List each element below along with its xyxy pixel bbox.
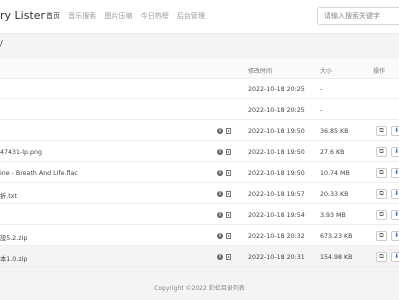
copy-icon: ⧉ [379,169,384,176]
nav-admin[interactable]: 后台管理 [177,12,205,20]
file-size: - [320,107,323,114]
file-modified-time: 2022-10-18 20:32 [248,233,305,240]
file-table: 修改时间 大小 操作 2022-10-18 20:25-2022-10-18 2… [0,59,399,267]
download-icon: ⬇ [393,232,399,239]
nav-hot-list[interactable]: 今日热榜 [141,12,169,20]
copy-link-button[interactable]: ⧉ [376,252,387,262]
file-name[interactable]: 47431-lp.png [0,149,42,156]
file-modified-time: 2022-10-18 19:54 [248,212,305,219]
column-header-size: 大小 [320,68,333,75]
qrcode-icon[interactable] [226,212,231,218]
download-button[interactable]: ⬇ [391,189,399,199]
file-modified-time: 2022-10-18 19:50 [248,170,305,177]
download-button[interactable]: ⬇ [391,126,399,136]
table-row[interactable]: 47431-lp.png 2022-10-18 19:50 27.6 KB i ⧉ ⬇ [0,141,399,162]
copy-link-button[interactable]: ⧉ [376,126,387,136]
copy-link-button[interactable]: ⧉ [376,210,387,220]
qrcode-icon[interactable] [226,233,231,239]
qrcode-icon[interactable] [226,170,231,176]
footer-copyright: Copyright ©2022 彩虹目录列表 [154,285,245,292]
info-icon[interactable]: i [217,170,223,176]
file-name[interactable]: 本1.0.zip [0,254,27,263]
top-header: ry Lister 首页 音乐搜索 图片压缩 今日热榜 后台管理 [0,0,399,34]
copy-link-button[interactable]: ⧉ [376,168,387,178]
table-row[interactable]: 設5.2.zip 2022-10-18 20:32 673.23 KB i ⧉ ⬇ [0,225,399,246]
nav-home[interactable]: 首页 [46,12,60,20]
file-modified-time: 2022-10-18 20:31 [248,254,305,261]
site-brand[interactable]: ry Lister [0,9,45,22]
download-icon: ⬇ [393,253,399,260]
file-size: - [320,86,323,93]
breadcrumb[interactable]: / [0,39,3,48]
info-icon[interactable]: i [217,191,223,197]
file-size: 154.98 KB [320,254,353,261]
file-size: 20.33 KB [320,191,349,198]
copy-link-button[interactable]: ⧉ [376,147,387,157]
file-modified-time: 2022-10-18 19:50 [248,128,305,135]
table-row[interactable]: ine - Breath And Life.flac 2022-10-18 19:… [0,162,399,183]
download-button[interactable]: ⬇ [391,147,399,157]
nav-music-search[interactable]: 音乐搜索 [68,12,96,20]
file-modified-time: 2022-10-18 20:25 [248,86,305,93]
table-row[interactable]: 2022-10-18 20:25 - [0,99,399,120]
download-icon: ⬇ [393,190,399,197]
qrcode-icon[interactable] [226,149,231,155]
nav-image-compress[interactable]: 图片压缩 [104,12,132,20]
qrcode-icon[interactable] [226,191,231,197]
copy-icon: ⧉ [379,148,384,155]
file-size: 10.74 MB [320,170,350,177]
copy-link-button[interactable]: ⧉ [376,231,387,241]
copy-icon: ⧉ [379,253,384,260]
download-icon: ⬇ [393,148,399,155]
copy-icon: ⧉ [379,232,384,239]
info-icon[interactable]: i [217,128,223,134]
file-size: 673.23 KB [320,233,353,240]
download-button[interactable]: ⬇ [391,210,399,220]
table-row[interactable]: 折.txt 2022-10-18 19:57 20.33 KB i ⧉ ⬇ [0,183,399,204]
copy-icon: ⧉ [379,127,384,134]
file-size: 27.6 KB [320,149,345,156]
copy-icon: ⧉ [379,211,384,218]
qrcode-icon[interactable] [226,128,231,134]
info-icon[interactable]: i [217,212,223,218]
copy-icon: ⧉ [379,190,384,197]
table-row[interactable]: 本1.0.zip 2022-10-18 20:31 154.98 KB i ⧉ ⬇ [0,246,399,267]
copy-link-button[interactable]: ⧉ [376,189,387,199]
file-name[interactable]: 設5.2.zip [0,233,27,242]
info-icon[interactable]: i [217,254,223,260]
file-modified-time: 2022-10-18 19:50 [248,149,305,156]
file-size: 3.93 MB [320,212,346,219]
table-row[interactable]: 2022-10-18 19:50 36.85 KB i ⧉ ⬇ [0,120,399,141]
file-name[interactable]: 折.txt [0,191,17,200]
download-icon: ⬇ [393,127,399,134]
download-button[interactable]: ⬇ [391,252,399,262]
info-icon[interactable]: i [217,149,223,155]
download-button[interactable]: ⬇ [391,231,399,241]
column-header-modified: 修改时间 [248,68,273,75]
main-nav: 首页 音乐搜索 图片压缩 今日热榜 后台管理 [46,11,211,21]
download-icon: ⬇ [393,211,399,218]
info-icon[interactable]: i [217,233,223,239]
table-row[interactable]: 2022-10-18 20:25 - [0,78,399,99]
file-name[interactable]: ine - Breath And Life.flac [0,170,78,177]
download-button[interactable]: ⬇ [391,168,399,178]
file-size: 36.85 KB [320,128,349,135]
download-icon: ⬇ [393,169,399,176]
file-modified-time: 2022-10-18 19:57 [248,191,305,198]
table-row[interactable]: 2022-10-18 19:54 3.93 MB i ⧉ ⬇ [0,204,399,225]
file-modified-time: 2022-10-18 20:25 [248,107,305,114]
search-input[interactable] [317,7,399,25]
qrcode-icon[interactable] [226,254,231,260]
table-header: 修改时间 大小 操作 [0,59,399,79]
column-header-actions: 操作 [373,68,386,75]
